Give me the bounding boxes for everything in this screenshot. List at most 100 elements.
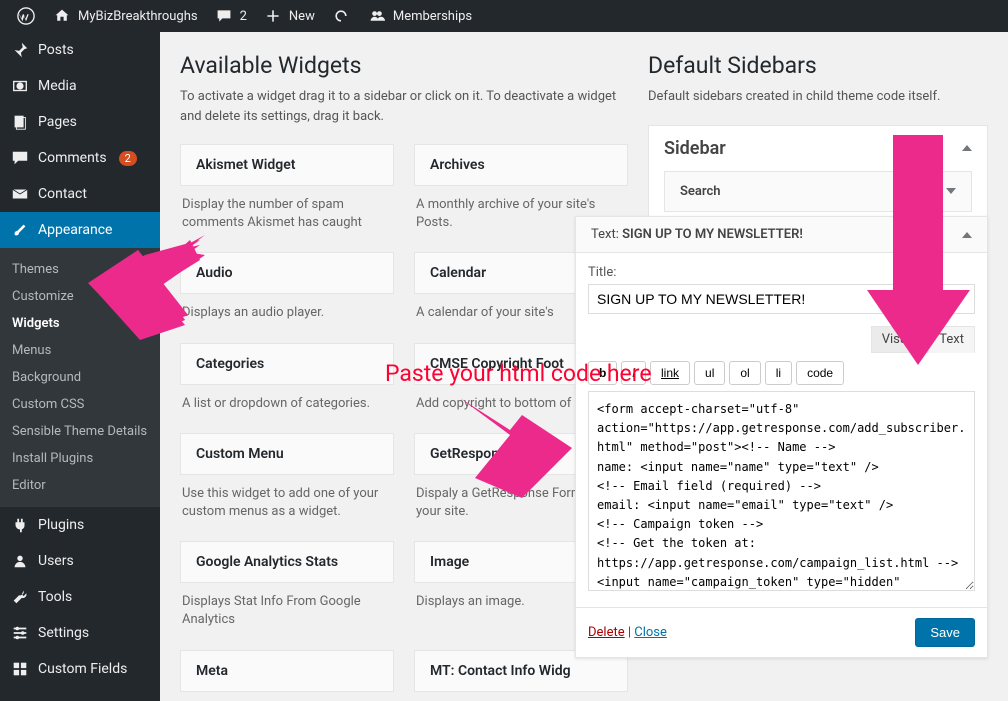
available-widgets-desc: To activate a widget drag it to a sideba… xyxy=(180,87,628,126)
submenu-editor[interactable]: Editor xyxy=(0,472,160,499)
brush-icon xyxy=(10,220,30,240)
comments-link[interactable]: 2 xyxy=(206,0,255,32)
wordpress-icon xyxy=(16,6,36,26)
submenu-themes[interactable]: Themes xyxy=(0,256,160,283)
menu-users[interactable]: Users xyxy=(0,543,160,579)
title-input[interactable] xyxy=(588,284,975,314)
widget-card[interactable]: Akismet WidgetDisplay the number of spam… xyxy=(180,144,394,242)
widget-slot-search[interactable]: Search xyxy=(664,171,972,212)
chevron-up-icon xyxy=(962,145,972,151)
widget-desc: Display the number of spam comments Akis… xyxy=(180,186,394,242)
text-widget-editor: Text: SIGN UP TO MY NEWSLETTER! Title: V… xyxy=(575,216,988,658)
toolbar-code[interactable]: code xyxy=(796,361,844,385)
sidebar-panel: Sidebar Search xyxy=(648,125,988,228)
close-link[interactable]: Close xyxy=(634,625,667,640)
wp-logo[interactable] xyxy=(8,0,44,32)
html-textarea[interactable] xyxy=(588,391,975,591)
menu-pages-label: Pages xyxy=(38,114,77,130)
widget-desc: Displays Stat Info From Google Analytics xyxy=(180,583,394,639)
new-link[interactable]: New xyxy=(255,0,323,32)
widget-desc xyxy=(180,692,394,701)
toolbar-bold[interactable]: b xyxy=(588,361,617,385)
widget-card[interactable]: Meta xyxy=(180,650,394,701)
menu-settings[interactable]: Settings xyxy=(0,615,160,651)
menu-users-label: Users xyxy=(38,553,74,569)
widget-card[interactable]: AudioDisplays an audio player. xyxy=(180,252,394,332)
media-icon xyxy=(10,76,30,96)
appearance-submenu: Themes Customize Widgets Menus Backgroun… xyxy=(0,248,160,507)
default-sidebars-desc: Default sidebars created in child theme … xyxy=(648,87,988,107)
menu-custom-fields-label: Custom Fields xyxy=(38,661,127,677)
chevron-up-icon xyxy=(962,232,972,238)
user-icon xyxy=(10,551,30,571)
pin-icon xyxy=(10,40,30,60)
cache-link[interactable] xyxy=(323,0,359,32)
widget-card[interactable]: Google Analytics StatsDisplays Stat Info… xyxy=(180,541,394,639)
chevron-down-icon xyxy=(946,188,956,194)
widget-slot-label: Search xyxy=(680,184,721,199)
tab-visual[interactable]: Visual xyxy=(871,326,929,353)
widget-title: Meta xyxy=(180,650,394,692)
widget-title: Akismet Widget xyxy=(180,144,394,186)
grid-icon xyxy=(10,659,30,679)
toolbar-li[interactable]: li xyxy=(765,361,792,385)
menu-posts-label: Posts xyxy=(38,42,74,58)
admin-sidebar: Posts Media Pages Comments2 Contact Appe… xyxy=(0,32,160,701)
title-label: Title: xyxy=(588,265,975,280)
memberships-label: Memberships xyxy=(393,9,472,24)
menu-comments[interactable]: Comments2 xyxy=(0,140,160,176)
editor-header[interactable]: Text: SIGN UP TO MY NEWSLETTER! xyxy=(576,217,987,253)
toolbar-italic[interactable]: i xyxy=(621,361,646,385)
widget-card[interactable]: CategoriesA list or dropdown of categori… xyxy=(180,343,394,423)
mail-icon xyxy=(10,184,30,204)
widget-desc: Use this widget to add one of your custo… xyxy=(180,475,394,531)
menu-appearance[interactable]: Appearance xyxy=(0,212,160,248)
widget-desc xyxy=(414,692,628,701)
menu-posts[interactable]: Posts xyxy=(0,32,160,68)
comments-count: 2 xyxy=(240,9,247,24)
submenu-customize[interactable]: Customize xyxy=(0,283,160,310)
comment-icon xyxy=(10,148,30,168)
new-label: New xyxy=(289,9,315,24)
widget-desc: A list or dropdown of categories. xyxy=(180,385,394,423)
menu-pages[interactable]: Pages xyxy=(0,104,160,140)
site-name-label: MyBizBreakthroughs xyxy=(78,9,198,24)
widget-title: Archives xyxy=(414,144,628,186)
menu-plugins-label: Plugins xyxy=(38,517,84,533)
home-icon xyxy=(52,6,72,26)
submenu-menus[interactable]: Menus xyxy=(0,337,160,364)
delete-link[interactable]: Delete xyxy=(588,625,625,640)
toolbar-link[interactable]: link xyxy=(650,361,690,385)
menu-media[interactable]: Media xyxy=(0,68,160,104)
editor-head-prefix: Text xyxy=(591,227,616,242)
menu-tools-label: Tools xyxy=(38,589,72,605)
menu-custom-fields[interactable]: Custom Fields xyxy=(0,651,160,687)
comments-badge: 2 xyxy=(119,151,137,166)
widget-card[interactable]: Custom MenuUse this widget to add one of… xyxy=(180,433,394,531)
menu-contact[interactable]: Contact xyxy=(0,176,160,212)
site-name-link[interactable]: MyBizBreakthroughs xyxy=(44,0,206,32)
wrench-icon xyxy=(10,587,30,607)
menu-media-label: Media xyxy=(38,78,77,94)
editor-toolbar: b i link ul ol li code xyxy=(588,361,975,385)
menu-contact-label: Contact xyxy=(38,186,87,202)
submenu-sensible[interactable]: Sensible Theme Details xyxy=(0,418,160,445)
submenu-background[interactable]: Background xyxy=(0,364,160,391)
menu-plugins[interactable]: Plugins xyxy=(0,507,160,543)
tab-text[interactable]: Text xyxy=(928,326,975,353)
save-button[interactable]: Save xyxy=(915,618,975,647)
gauge-icon xyxy=(331,6,351,26)
submenu-widgets[interactable]: Widgets xyxy=(0,310,160,337)
widget-title: Custom Menu xyxy=(180,433,394,475)
toolbar-ul[interactable]: ul xyxy=(694,361,725,385)
toolbar-ol[interactable]: ol xyxy=(729,361,760,385)
sidebar-panel-head[interactable]: Sidebar xyxy=(649,126,987,171)
plus-icon xyxy=(263,6,283,26)
sidebar-panel-title: Sidebar xyxy=(664,138,726,159)
groups-icon xyxy=(367,6,387,26)
memberships-link[interactable]: Memberships xyxy=(359,0,480,32)
submenu-install[interactable]: Install Plugins xyxy=(0,445,160,472)
menu-appearance-label: Appearance xyxy=(38,222,112,238)
menu-tools[interactable]: Tools xyxy=(0,579,160,615)
submenu-custom-css[interactable]: Custom CSS xyxy=(0,391,160,418)
